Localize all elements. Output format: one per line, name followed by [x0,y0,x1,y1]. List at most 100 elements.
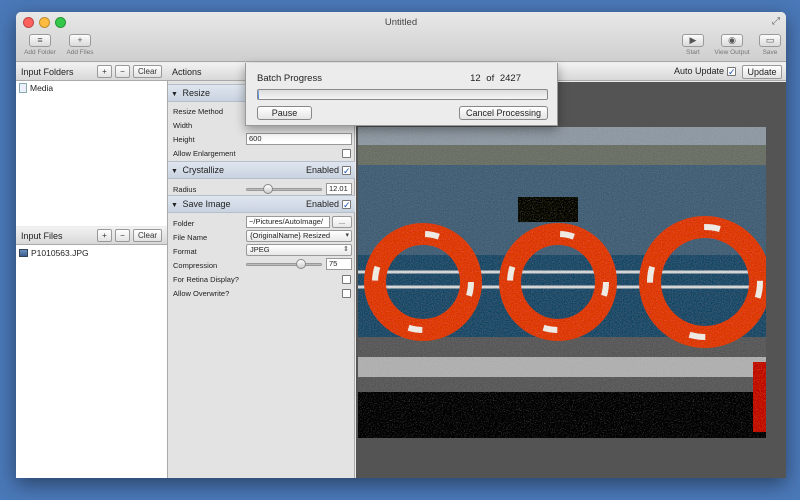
save-image-enabled-label: Enabled [305,199,339,209]
add-file-small-button[interactable]: + [97,229,112,242]
remove-file-button[interactable]: − [115,229,130,242]
start-button[interactable]: ▶ Start [680,34,706,56]
eye-icon: ◉ [721,34,743,47]
batch-of: of [486,73,495,84]
auto-update-label: Auto Update [673,66,724,76]
preview-area [356,82,786,478]
file-name-label: File Name [173,233,208,242]
folder-path-input[interactable]: ~/Pictures/AutoImage/ [246,216,330,228]
batch-progress-bar [257,89,548,100]
batch-progress-fill [258,90,260,99]
input-folders-title: Input Folders [21,67,74,77]
crystallize-title: Crystallize [182,165,224,175]
app-window: Untitled ⤢ ≡ Add Folder + Add Files ▶ St… [16,12,786,478]
update-button[interactable]: Update [742,65,782,79]
folder-label: Folder [173,219,195,228]
save-icon: ▭ [759,34,781,47]
save-image-enabled-checkbox[interactable]: ✓ [342,200,351,210]
allow-overwrite-label: Allow Overwrite? [173,289,230,298]
radius-slider-track [246,188,322,191]
input-folders-list[interactable]: Media [16,81,167,226]
play-icon: ▶ [682,34,704,47]
file-name-combo[interactable]: {OriginalName} Resized ▾ [246,230,352,242]
image-file-icon [19,249,28,257]
remove-folder-button[interactable]: − [115,65,130,78]
auto-update: Auto Update ✓ [674,66,736,76]
add-files-button[interactable]: + Add Files [62,34,98,56]
compression-input[interactable]: 75 [326,258,352,270]
fullscreen-icon[interactable]: ⤢ [772,16,780,27]
radius-input[interactable]: 12.01 [326,183,352,195]
save-image-section-header[interactable]: ▼ Save Image Enabled ✓ [168,195,355,213]
save-image-enabled: Enabled ✓ [306,196,351,213]
add-folder-button[interactable]: ≡ Add Folder [20,34,60,56]
batch-total: 2427 [499,73,521,84]
actions-panel: ▼ Resize Resize Method Width Height 600 … [167,81,355,478]
radius-label: Radius [173,185,197,194]
allow-enlargement-checkbox[interactable] [342,149,351,158]
input-files-list[interactable]: P1010563.JPG [16,245,167,478]
crystallize-section-header[interactable]: ▼ Crystallize Enabled ✓ [168,161,355,179]
radius-slider-knob[interactable] [262,184,273,194]
clear-files-button[interactable]: Clear [133,229,162,242]
folder-name: Media [30,83,54,93]
disclosure-triangle-icon[interactable]: ▼ [171,91,178,98]
crystallize-enabled-label: Enabled [305,165,339,175]
folder-icon [19,83,27,93]
batch-progress-count: 12 of 2427 [470,73,521,84]
list-item[interactable]: Media [19,83,53,93]
allow-enlargement-label: Allow Enlargement [173,149,236,158]
crystallize-enabled-checkbox[interactable]: ✓ [342,166,351,176]
format-label: Format [173,247,197,256]
browse-folder-button[interactable]: ... [332,216,352,228]
disclosure-triangle-icon[interactable]: ▼ [171,202,178,209]
add-folder-small-button[interactable]: + [97,65,112,78]
input-files-title: Input Files [21,231,63,241]
resize-method-label: Resize Method [173,107,224,116]
compression-slider[interactable] [246,258,322,270]
height-input[interactable]: 600 [246,133,352,145]
plus-icon: + [69,34,91,47]
window-title: Untitled [384,17,418,28]
clear-folders-button[interactable]: Clear [133,65,162,78]
width-label: Width [173,121,193,130]
input-files-header: Input Files + − Clear [16,227,167,245]
cancel-processing-button[interactable]: Cancel Processing [459,106,548,120]
save-label: Save [762,49,778,56]
start-label: Start [686,49,700,56]
disclosure-triangle-icon[interactable]: ▼ [171,168,178,175]
updown-arrow-icon: ⇕ [343,246,349,253]
add-folder-label: Add Folder [24,49,56,56]
retina-label: For Retina Display? [173,275,239,284]
batch-progress-sheet: Batch Progress 12 of 2427 Pause Cancel P… [245,63,558,126]
batch-progress-title: Batch Progress [257,73,322,84]
popup-arrow-icon: ▾ [345,232,349,239]
pause-button[interactable]: Pause [257,106,312,120]
file-name-value: {OriginalName} Resized [250,231,331,240]
view-output-label: View Output [714,49,750,56]
compression-slider-knob[interactable] [295,259,306,269]
resize-title: Resize [182,88,210,98]
crystallize-enabled: Enabled ✓ [306,162,351,179]
folder-stack-icon: ≡ [29,34,51,47]
compression-label: Compression [173,261,218,270]
save-image-title: Save Image [182,199,231,209]
add-files-label: Add Files [66,49,94,56]
save-button[interactable]: ▭ Save [758,34,782,56]
batch-current: 12 [470,73,481,84]
actions-title: Actions [172,67,202,77]
preview-image [358,127,766,438]
retina-checkbox[interactable] [342,275,351,284]
list-item[interactable]: P1010563.JPG [19,248,89,258]
format-select[interactable]: JPEG ⇕ [246,244,352,256]
input-folders-header: Input Folders + − Clear [16,63,167,81]
file-name: P1010563.JPG [31,248,89,258]
height-label: Height [173,135,195,144]
auto-update-checkbox[interactable]: ✓ [727,66,736,76]
compression-slider-track [246,263,322,266]
titlebar: Untitled ⤢ ≡ Add Folder + Add Files ▶ St… [16,12,786,62]
allow-overwrite-checkbox[interactable] [342,289,351,298]
radius-slider[interactable] [246,183,322,195]
view-output-button[interactable]: ◉ View Output [710,34,754,56]
crystallized-lifebuoys-image [358,127,766,438]
